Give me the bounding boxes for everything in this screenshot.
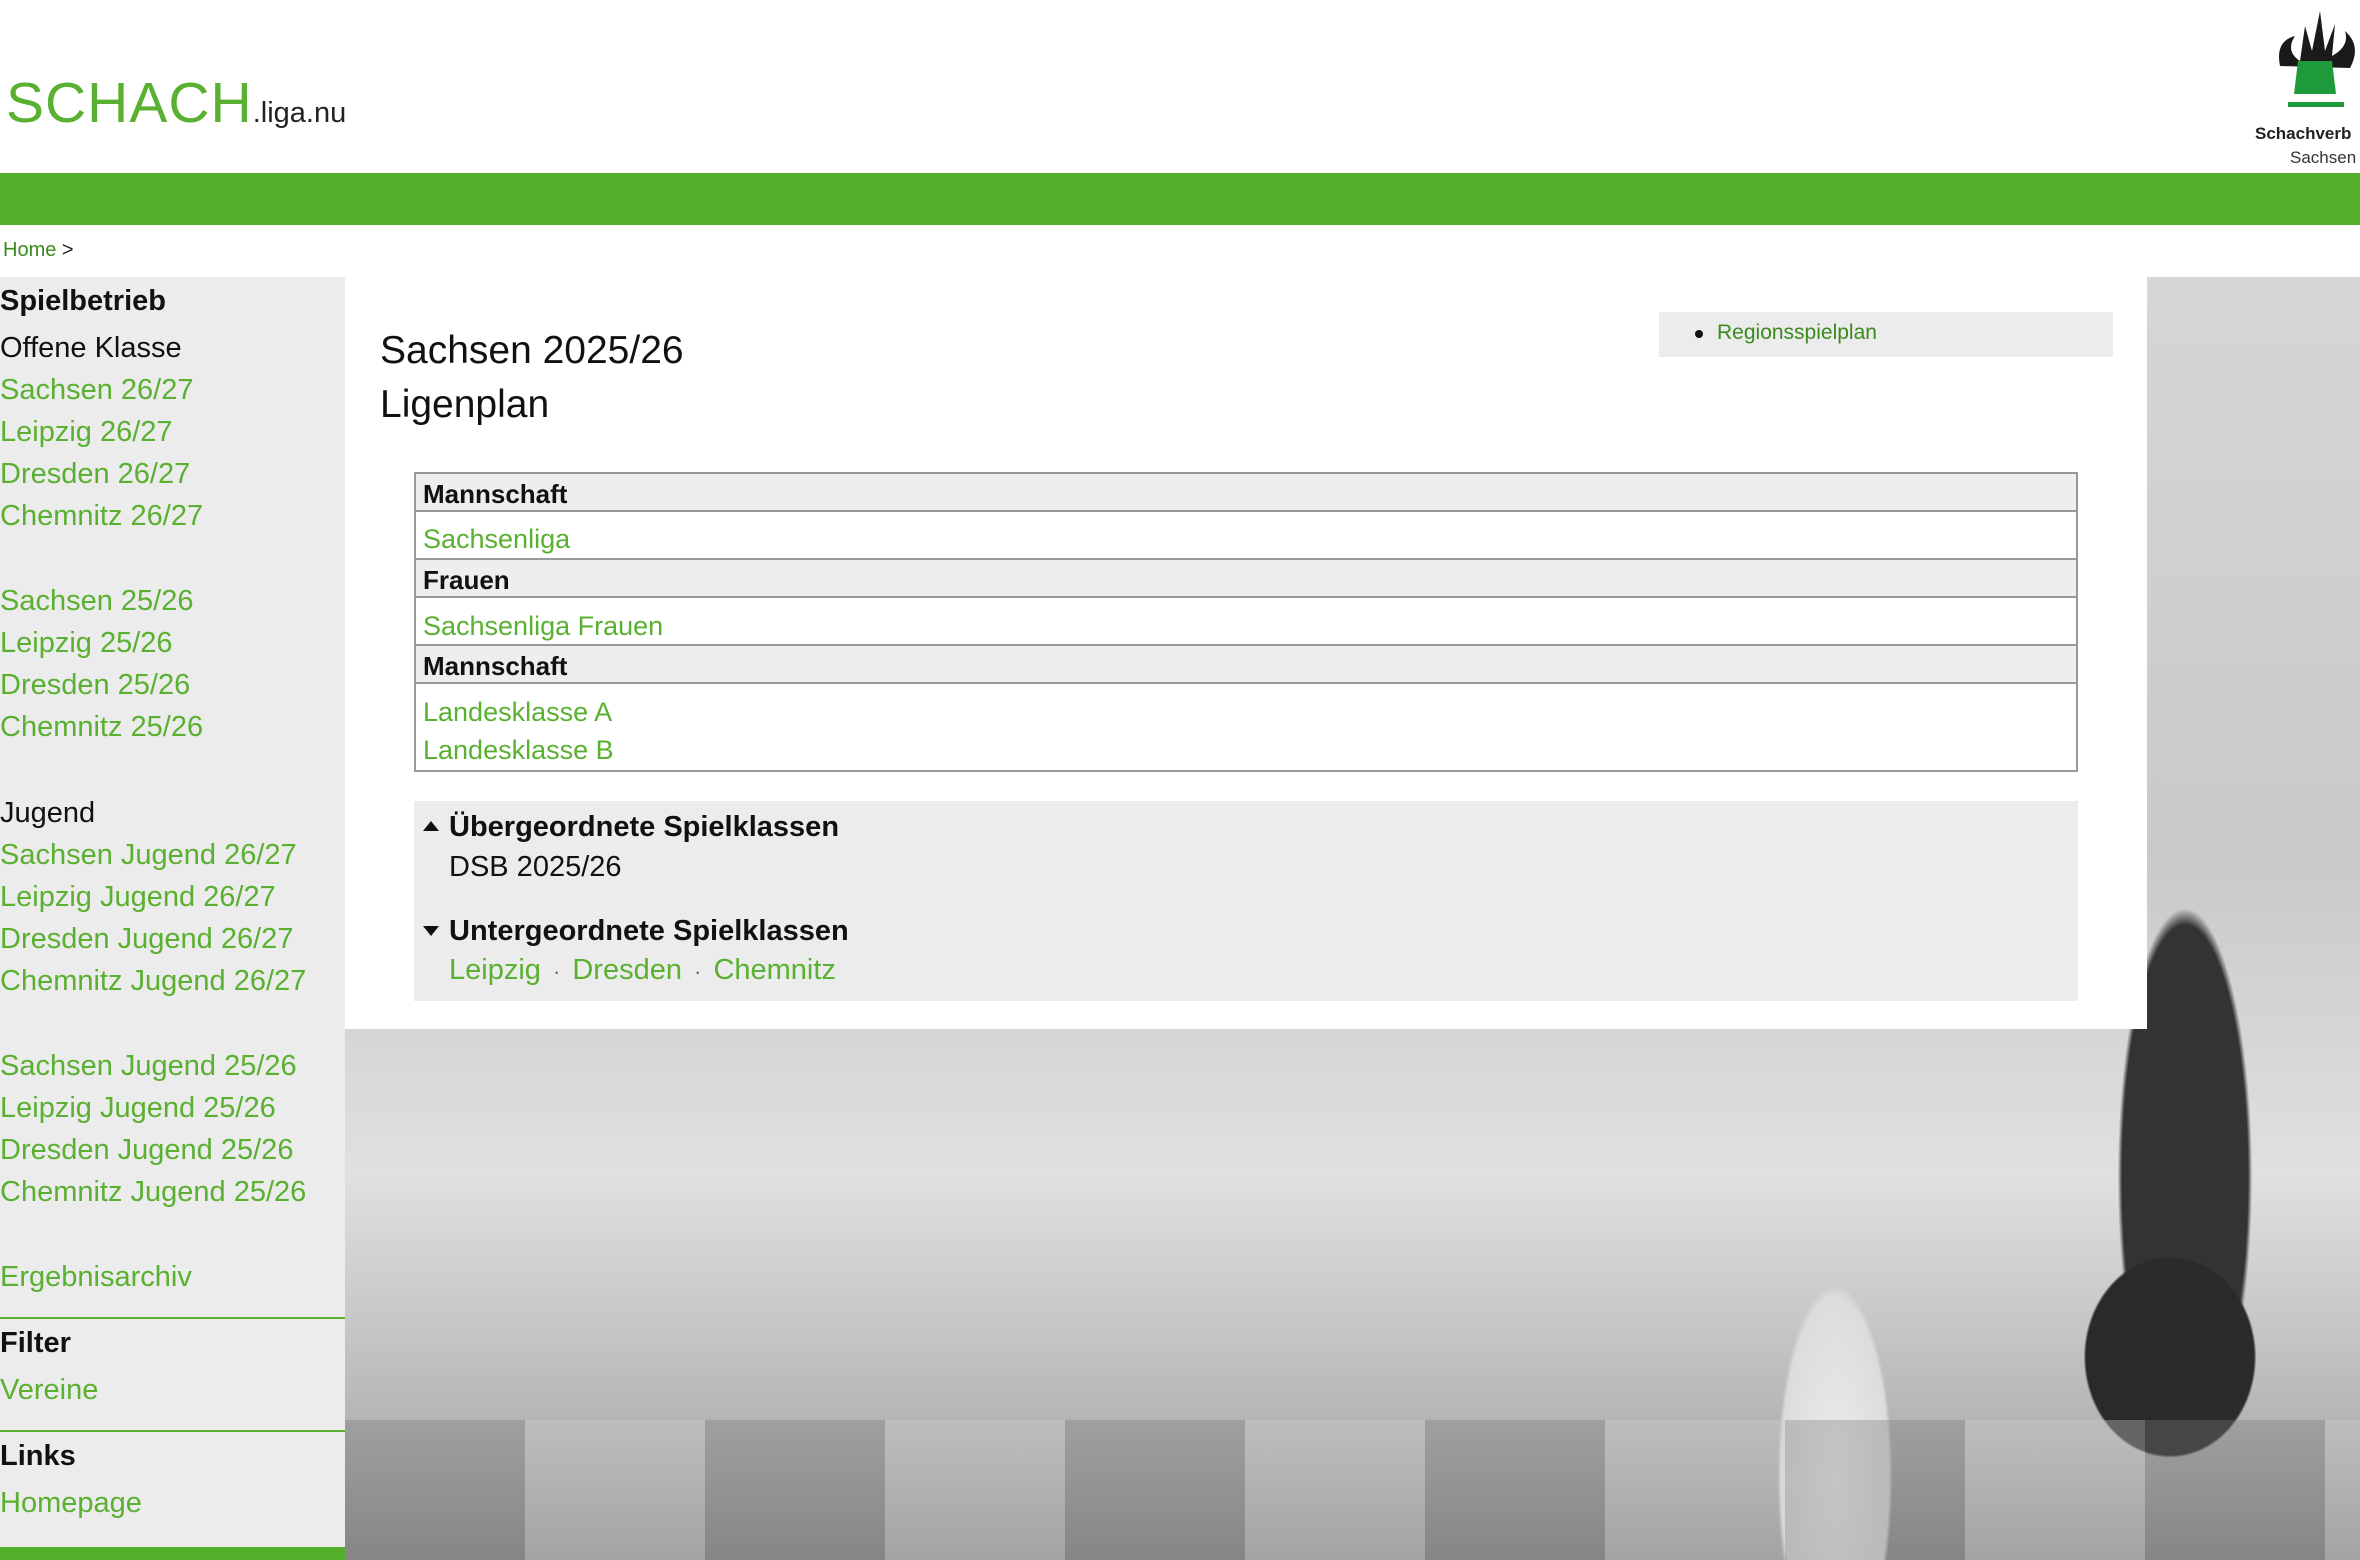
- sidebar-label-offene-klasse: Offene Klasse: [0, 332, 182, 364]
- sub-class-link-chemnitz[interactable]: Chemnitz: [713, 954, 836, 986]
- sidebar-link-chemnitz-jugend-26-27[interactable]: Chemnitz Jugend 26/27: [0, 965, 306, 998]
- group-header-label: Mannschaft: [423, 651, 568, 681]
- league-link-landesklasse-a[interactable]: Landesklasse A: [423, 697, 612, 728]
- link-separator: ·: [552, 959, 561, 984]
- sub-class-link-dresden[interactable]: Dresden: [572, 954, 682, 986]
- sidebar-link-leipzig-25-26[interactable]: Leipzig 25/26: [0, 627, 173, 660]
- uebergeordnet-value: DSB 2025/26: [449, 851, 622, 883]
- sidebar-link-sachsen-jugend-26-27[interactable]: Sachsen Jugend 26/27: [0, 839, 297, 872]
- uebergeordnet-heading: Übergeordnete Spielklassen: [449, 811, 840, 843]
- sub-class-link-leipzig[interactable]: Leipzig: [449, 954, 541, 986]
- sidebar-link-leipzig-jugend-25-26[interactable]: Leipzig Jugend 25/26: [0, 1092, 276, 1125]
- sidebar-link-leipzig-jugend-26-27[interactable]: Leipzig Jugend 26/27: [0, 881, 276, 914]
- logo-suffix-text: .liga.nu: [252, 97, 347, 129]
- chessboard-texture: [345, 1420, 2360, 1560]
- sidebar: Spielbetrieb Offene Klasse Sachsen 26/27…: [0, 277, 345, 1560]
- league-group-header: Mannschaft: [416, 472, 2076, 512]
- region-links-box: Regionsspielplan: [1659, 312, 2113, 357]
- sidebar-link-homepage[interactable]: Homepage: [0, 1487, 142, 1520]
- sidebar-link-chemnitz-26-27[interactable]: Chemnitz 26/27: [0, 500, 203, 533]
- sidebar-link-dresden-jugend-26-27[interactable]: Dresden Jugend 26/27: [0, 923, 293, 956]
- untergeordnet-heading: Untergeordnete Spielklassen: [449, 915, 849, 947]
- federation-emblem[interactable]: Schachverb Sachsen: [2250, 6, 2360, 166]
- nav-bar: [0, 173, 2360, 225]
- federation-emblem-icon: [2279, 11, 2355, 107]
- bullet-icon: [1695, 330, 1703, 338]
- group-header-label: Frauen: [423, 565, 510, 595]
- sidebar-link-chemnitz-25-26[interactable]: Chemnitz 25/26: [0, 711, 203, 744]
- league-link-landesklasse-b[interactable]: Landesklasse B: [423, 735, 614, 766]
- main-panel: Sachsen 2025/26 Ligenplan Regionsspielpl…: [345, 277, 2147, 1029]
- site-header: SCHACH.liga.nu Schachverb Sachsen: [0, 0, 2360, 173]
- sidebar-heading-filter: Filter: [0, 1327, 71, 1359]
- sidebar-link-vereine[interactable]: Vereine: [0, 1374, 98, 1407]
- page-title: Sachsen 2025/26: [380, 329, 684, 372]
- sidebar-footer-bar: [0, 1547, 345, 1560]
- site-logo[interactable]: SCHACH.liga.nu: [6, 70, 346, 136]
- breadcrumb-home-link[interactable]: Home: [3, 239, 56, 261]
- sidebar-link-ergebnisarchiv[interactable]: Ergebnisarchiv: [0, 1261, 192, 1294]
- sidebar-heading-links: Links: [0, 1440, 76, 1472]
- sidebar-link-dresden-26-27[interactable]: Dresden 26/27: [0, 458, 190, 491]
- sidebar-divider: [0, 1317, 345, 1319]
- sidebar-label-jugend: Jugend: [0, 797, 96, 829]
- league-link-sachsenliga-frauen[interactable]: Sachsenliga Frauen: [423, 611, 663, 642]
- sidebar-link-leipzig-26-27[interactable]: Leipzig 26/27: [0, 416, 173, 449]
- page-subtitle: Ligenplan: [380, 383, 550, 426]
- sidebar-divider: [0, 1430, 345, 1432]
- regionsspielplan-link[interactable]: Regionsspielplan: [1717, 321, 1877, 345]
- sidebar-link-sachsen-25-26[interactable]: Sachsen 25/26: [0, 585, 193, 618]
- logo-main-text: SCHACH: [6, 71, 253, 135]
- sidebar-link-chemnitz-jugend-25-26[interactable]: Chemnitz Jugend 25/26: [0, 1176, 306, 1209]
- league-link-sachsenliga[interactable]: Sachsenliga: [423, 524, 570, 555]
- group-header-label: Mannschaft: [423, 479, 568, 509]
- sidebar-link-sachsen-26-27[interactable]: Sachsen 26/27: [0, 374, 193, 407]
- sidebar-link-dresden-jugend-25-26[interactable]: Dresden Jugend 25/26: [0, 1134, 293, 1167]
- caret-down-icon: [423, 926, 439, 936]
- breadcrumb: Home >: [3, 239, 74, 262]
- sidebar-heading-spielbetrieb: Spielbetrieb: [0, 285, 166, 317]
- league-group-header: Frauen: [416, 558, 2076, 598]
- link-separator: ·: [694, 959, 702, 984]
- league-group-header: Mannschaft: [416, 644, 2076, 684]
- breadcrumb-separator: >: [61, 239, 74, 261]
- emblem-line1: Schachverb: [2255, 124, 2352, 143]
- untergeordnet-links: Leipzig · Dresden · Chemnitz: [449, 954, 836, 987]
- related-classes-panel: Übergeordnete Spielklassen DSB 2025/26 U…: [414, 801, 2078, 1001]
- sidebar-link-sachsen-jugend-25-26[interactable]: Sachsen Jugend 25/26: [0, 1050, 297, 1083]
- sidebar-link-dresden-25-26[interactable]: Dresden 25/26: [0, 669, 190, 702]
- emblem-line2: Sachsen: [2290, 148, 2357, 166]
- league-table: Mannschaft Sachsenliga Frauen Sachsenlig…: [414, 472, 2078, 772]
- caret-up-icon: [423, 821, 439, 831]
